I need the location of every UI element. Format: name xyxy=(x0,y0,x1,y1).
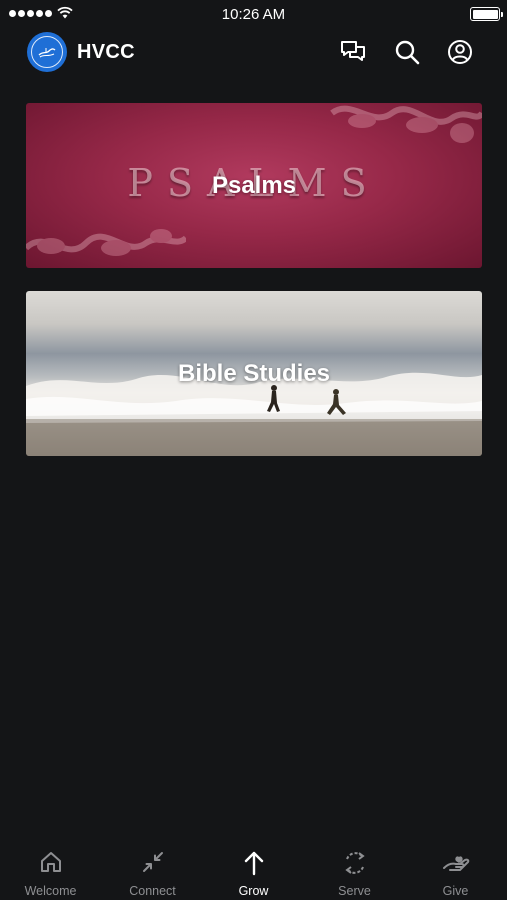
connect-arrows-icon xyxy=(142,852,163,872)
bottom-tab-bar: Welcome Connect Grow Serve Give xyxy=(0,840,507,900)
status-bar: 10:26 AM xyxy=(0,0,507,28)
card-title: Psalms xyxy=(211,172,297,199)
floral-ornament xyxy=(330,105,482,143)
psalms-card[interactable]: PSALMS Psalms xyxy=(26,103,482,268)
tab-grow[interactable]: Grow xyxy=(203,840,304,900)
church-logo[interactable] xyxy=(27,32,67,72)
app-header: HVCC xyxy=(0,32,507,74)
arrow-up-icon xyxy=(244,851,263,876)
tab-label: Serve xyxy=(338,884,371,898)
battery-icon xyxy=(470,7,503,21)
floral-ornament xyxy=(26,229,186,256)
status-time: 10:26 AM xyxy=(221,6,286,23)
bible-studies-card[interactable]: Bible Studies xyxy=(26,291,482,456)
giving-hand-icon xyxy=(442,856,469,871)
home-icon xyxy=(40,852,61,872)
tab-label: Welcome xyxy=(24,884,77,898)
tab-label: Give xyxy=(442,884,469,898)
profile-icon[interactable] xyxy=(446,38,474,66)
tab-label: Connect xyxy=(129,884,176,898)
card-title: Bible Studies xyxy=(177,360,331,387)
chat-icon[interactable] xyxy=(339,38,367,66)
logo-mark-icon xyxy=(38,48,56,58)
tab-welcome[interactable]: Welcome xyxy=(0,840,101,900)
tab-serve[interactable]: Serve xyxy=(304,840,405,900)
tab-label: Grow xyxy=(238,884,269,898)
search-icon[interactable] xyxy=(393,38,421,66)
tab-connect[interactable]: Connect xyxy=(102,840,203,900)
refresh-icon xyxy=(344,852,365,874)
app-title: HVCC xyxy=(77,41,135,63)
tab-give[interactable]: Give xyxy=(405,840,506,900)
